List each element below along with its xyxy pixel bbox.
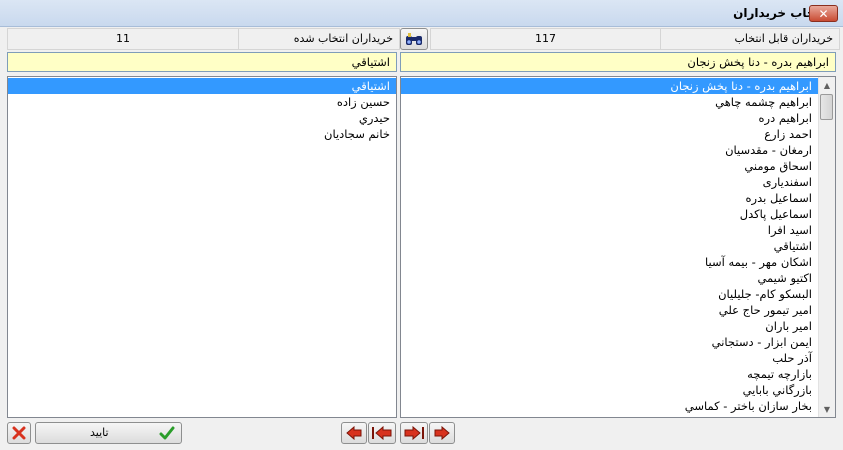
- list-item[interactable]: اشتياقي: [8, 78, 396, 94]
- checkmark-icon: [159, 426, 175, 440]
- search-button[interactable]: [400, 28, 428, 50]
- selected-count: 11: [116, 32, 130, 45]
- scroll-up-button[interactable]: ▲: [819, 77, 835, 93]
- list-item[interactable]: بازرگاني بابايي: [401, 382, 818, 398]
- list-item[interactable]: ابراهيم چشمه چاهي: [401, 94, 818, 110]
- list-item[interactable]: حسين زاده: [8, 94, 396, 110]
- list-item[interactable]: ابراهيم دره: [401, 110, 818, 126]
- arrow-right-icon: [434, 426, 450, 440]
- list-item[interactable]: اسحاق مومني: [401, 158, 818, 174]
- scroll-down-icon: ▼: [823, 404, 831, 414]
- move-one-left-button[interactable]: [341, 422, 367, 444]
- available-label-cell: خریداران قابل انتخاب: [660, 28, 840, 50]
- list-item[interactable]: احمد زارع: [401, 126, 818, 142]
- list-item[interactable]: اسماعيل پاكدل: [401, 206, 818, 222]
- available-count-cell: 117: [430, 28, 661, 50]
- list-item[interactable]: اسيد افرا: [401, 222, 818, 238]
- selected-count-cell: 11: [7, 28, 239, 50]
- move-all-right-button[interactable]: [400, 422, 428, 444]
- list-item[interactable]: امير تيمور حاج علي: [401, 302, 818, 318]
- list-item[interactable]: ابراهيم بدره - دنا پخش زنجان: [401, 78, 818, 94]
- confirm-button[interactable]: تاييد: [35, 422, 182, 444]
- close-icon: ✕: [818, 6, 829, 21]
- list-item[interactable]: بخار سازان باختر - كماسي: [401, 398, 818, 414]
- list-item[interactable]: ارمغان - مقدسيان: [401, 142, 818, 158]
- list-item[interactable]: بازارچه تيمچه: [401, 366, 818, 382]
- list-item[interactable]: اسفنديارى: [401, 174, 818, 190]
- list-item[interactable]: اشكان مهر - بيمه آسيا: [401, 254, 818, 270]
- selected-list[interactable]: اشتياقي حسين زاده حيدري خانم سجاديان: [7, 76, 397, 418]
- list-item[interactable]: اسماعيل بدره: [401, 190, 818, 206]
- scroll-thumb[interactable]: [820, 94, 833, 120]
- close-button[interactable]: ✕: [809, 5, 838, 22]
- available-count: 117: [535, 32, 556, 45]
- cancel-button[interactable]: [7, 422, 31, 444]
- available-search-input[interactable]: ابراهيم بدره - دنا پخش زنجان: [400, 52, 836, 72]
- list-item[interactable]: اشتياقي: [401, 238, 818, 254]
- move-one-right-button[interactable]: [429, 422, 455, 444]
- list-item[interactable]: اكتيو شيمي: [401, 270, 818, 286]
- arrow-left-bar-icon: [372, 426, 392, 440]
- list-item[interactable]: البسكو كام- جليليان: [401, 286, 818, 302]
- selected-label: خریداران انتخاب شده: [293, 32, 393, 45]
- list-item[interactable]: ايمن ابزار - دستجاني: [401, 334, 818, 350]
- scroll-up-icon: ▲: [823, 80, 831, 90]
- selected-search-input[interactable]: اشتياقي: [7, 52, 397, 72]
- binoculars-icon: [406, 33, 422, 45]
- move-all-left-button[interactable]: [368, 422, 396, 444]
- list-item[interactable]: امير باران: [401, 318, 818, 334]
- list-item[interactable]: آذر حلب: [401, 350, 818, 366]
- available-list[interactable]: ابراهيم بدره - دنا پخش زنجان ابراهيم چشمه…: [400, 76, 836, 418]
- list-item[interactable]: خانم سجاديان: [8, 126, 396, 142]
- available-list-scrollbar[interactable]: ▲ ▼: [818, 77, 835, 417]
- list-item[interactable]: حيدري: [8, 110, 396, 126]
- arrow-left-icon: [346, 426, 362, 440]
- scroll-down-button[interactable]: ▼: [819, 401, 835, 417]
- confirm-label: تاييد: [90, 426, 109, 439]
- arrow-right-bar-icon: [404, 426, 424, 440]
- selected-label-cell: خریداران انتخاب شده: [238, 28, 400, 50]
- title-bar: انتخاب خریداران ✕: [0, 0, 843, 27]
- available-label: خریداران قابل انتخاب: [734, 32, 833, 45]
- red-x-icon: [12, 426, 26, 440]
